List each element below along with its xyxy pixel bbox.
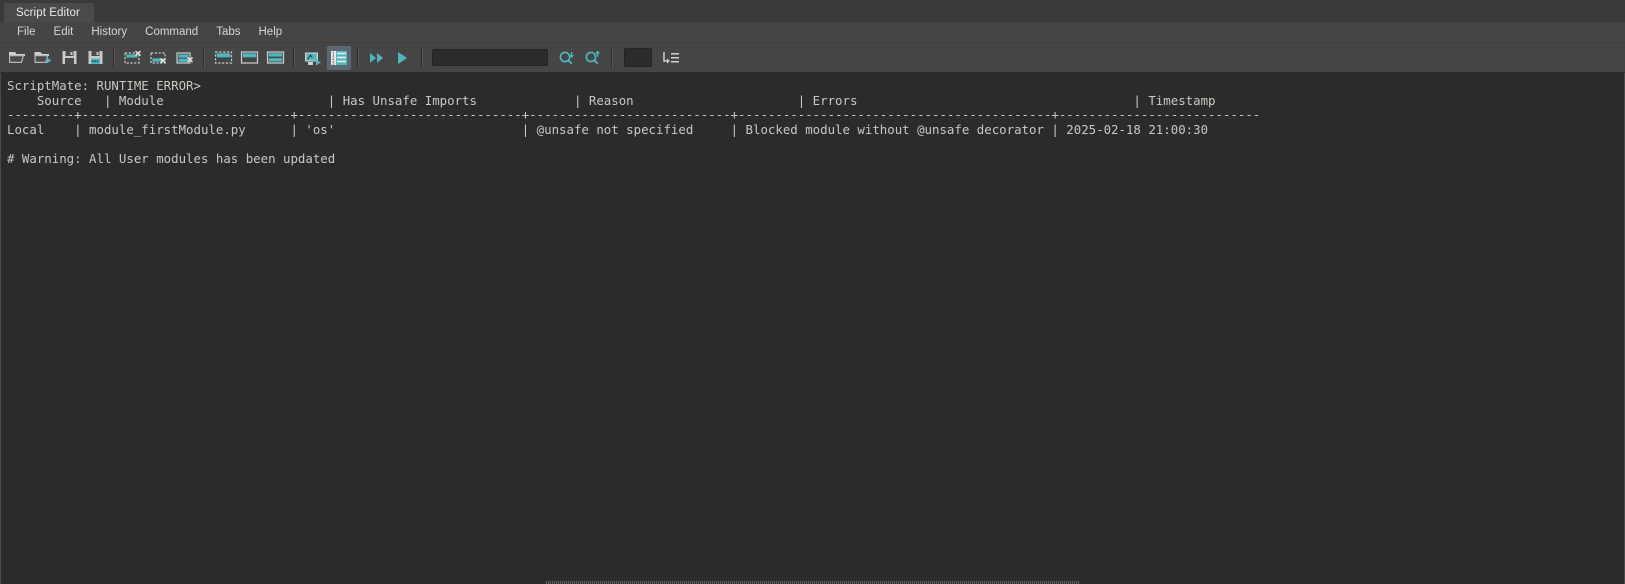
- show-line-echo-button[interactable]: [301, 46, 325, 70]
- layout-bottom-icon: [240, 51, 258, 64]
- menu-item-edit[interactable]: Edit: [45, 22, 83, 43]
- search-up-icon: [585, 50, 600, 64]
- toolbar-separator-2: [203, 47, 205, 68]
- console-line-prompt: ScriptMate: RUNTIME ERROR>: [7, 78, 201, 93]
- execute-all-button[interactable]: [365, 46, 389, 70]
- menu-item-file[interactable]: File: [8, 22, 45, 43]
- clear-history-button[interactable]: [121, 46, 145, 70]
- open-script-button[interactable]: [5, 46, 29, 70]
- open-script-run-button[interactable]: [31, 46, 55, 70]
- double-play-icon: [369, 52, 383, 63]
- indent-region-button[interactable]: [659, 46, 683, 70]
- show-line-numbers-button[interactable]: 1 2 3: [327, 45, 351, 70]
- floppy-disk-icon: [62, 51, 76, 64]
- toolbar: 1 2 3: [0, 43, 1625, 73]
- save-script-as-button[interactable]: [83, 46, 107, 70]
- layout-split-icon: [266, 51, 284, 64]
- layout-input-only-button[interactable]: [237, 46, 261, 70]
- toolbar-separator-5: [421, 47, 423, 68]
- folder-open-arrow-icon: [34, 52, 51, 64]
- indent-region-icon: [663, 51, 679, 63]
- console-line-table-header: Source | Module | Has Unsafe Imports | R…: [7, 92, 1216, 108]
- console-line-blank: [7, 137, 1624, 152]
- echo-all-icon: [304, 52, 321, 65]
- play-icon: [397, 51, 407, 64]
- clear-all-button[interactable]: [173, 46, 197, 70]
- indent-value-box[interactable]: [624, 48, 652, 67]
- layout-split-button[interactable]: [263, 46, 287, 70]
- output-history-pane[interactable]: ScriptMate: RUNTIME ERROR> Source | Modu…: [0, 73, 1625, 574]
- window-tab-label: Script Editor: [16, 6, 80, 19]
- clear-input-icon: [149, 51, 166, 64]
- menu-item-tabs[interactable]: Tabs: [207, 22, 249, 43]
- clear-history-icon: [123, 50, 141, 64]
- menu-item-command[interactable]: Command: [136, 22, 207, 43]
- console-output: ScriptMate: RUNTIME ERROR> Source | Modu…: [7, 78, 1624, 167]
- folder-open-icon: [8, 52, 25, 63]
- menu-item-history[interactable]: History: [82, 22, 136, 43]
- console-line-table-separator: ---------+----------------------------+-…: [7, 107, 1261, 123]
- pane-splitter[interactable]: [0, 574, 1625, 584]
- find-next-button[interactable]: [581, 46, 605, 70]
- layout-history-only-button[interactable]: [211, 46, 235, 70]
- console-line-table-row: Local | module_firstModule.py | 'os' | @…: [7, 121, 1209, 137]
- search-down-icon: [559, 51, 574, 64]
- search-input[interactable]: [432, 49, 548, 66]
- layout-top-icon: [214, 51, 232, 64]
- clear-all-icon: [175, 51, 193, 64]
- menu-item-help[interactable]: Help: [250, 22, 292, 43]
- titlebar: Script Editor: [0, 0, 1625, 22]
- script-editor-window: Script Editor File Edit History Command …: [0, 0, 1625, 584]
- toolbar-separator-3: [293, 47, 295, 68]
- toolbar-separator-4: [357, 47, 359, 68]
- floppy-disk-plus-icon: [88, 51, 102, 64]
- save-script-button[interactable]: [57, 46, 81, 70]
- toolbar-separator-6: [611, 47, 613, 68]
- line-numbers-icon: 1 2 3: [331, 50, 347, 65]
- clear-input-button[interactable]: [147, 46, 171, 70]
- execute-selection-button[interactable]: [391, 46, 415, 70]
- window-tab-script-editor[interactable]: Script Editor: [4, 3, 94, 22]
- menubar: File Edit History Command Tabs Help: [0, 22, 1625, 43]
- console-line-warning: # Warning: All User modules has been upd…: [7, 150, 336, 166]
- find-previous-button[interactable]: [555, 46, 579, 70]
- toolbar-separator-1: [113, 47, 115, 68]
